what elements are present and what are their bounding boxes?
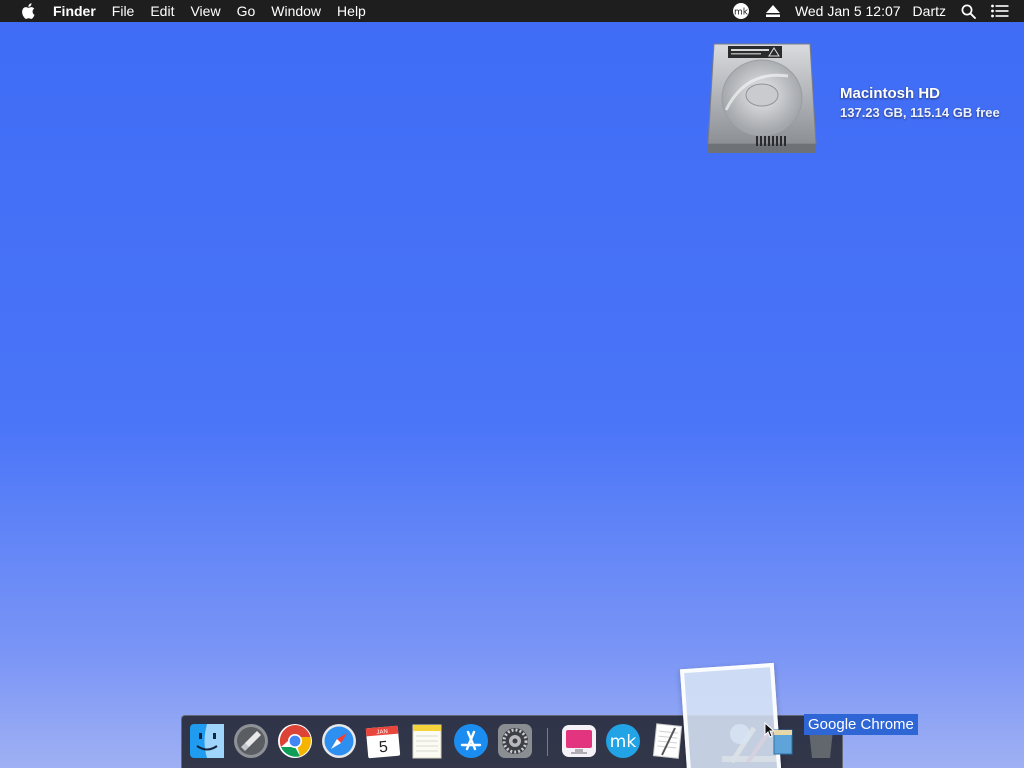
- dock-notes[interactable]: [408, 722, 446, 760]
- textedit-icon: [652, 723, 683, 759]
- mk-status-icon[interactable]: mk: [731, 0, 751, 22]
- cleanmymac-icon: [562, 725, 596, 757]
- macintosh-hd-label[interactable]: Macintosh HD 137.23 GB, 115.14 GB free: [840, 84, 1000, 122]
- dock-cleanmymac[interactable]: [560, 722, 598, 760]
- menu-extras: mk Wed Jan 5 12:07 Dartz: [725, 0, 1024, 22]
- clock[interactable]: Wed Jan 5 12:07: [789, 0, 907, 22]
- dock-separator: [547, 728, 548, 756]
- calendar-icon: JAN 5: [365, 725, 401, 759]
- notification-center-icon[interactable]: [990, 0, 1010, 22]
- dock-app-store[interactable]: [452, 722, 490, 760]
- dock-mk-app[interactable]: mk: [604, 722, 642, 760]
- dock-finder[interactable]: [188, 722, 226, 760]
- disk-capacity: 137.23 GB, 115.14 GB free: [840, 105, 1000, 120]
- calendar-day: 5: [378, 739, 388, 757]
- user-name[interactable]: Dartz: [907, 0, 952, 22]
- apple-menu-icon[interactable]: [17, 0, 39, 22]
- gear-icon: [498, 724, 532, 758]
- drag-preview: [679, 662, 783, 768]
- menu-view[interactable]: View: [182, 0, 228, 22]
- dock-launchpad[interactable]: [232, 722, 270, 760]
- safari-icon: [322, 724, 356, 758]
- menu-window[interactable]: Window: [263, 0, 329, 22]
- finder-icon: [190, 724, 224, 758]
- launchpad-icon: [234, 724, 268, 758]
- mouse-cursor-icon: [764, 721, 776, 738]
- disk-name: Macintosh HD: [840, 85, 941, 102]
- eject-icon[interactable]: [763, 0, 783, 22]
- dock-textedit[interactable]: [648, 722, 686, 760]
- menu-edit[interactable]: Edit: [142, 0, 182, 22]
- notes-icon: [412, 724, 442, 759]
- chrome-icon: [278, 724, 312, 758]
- dock-system-preferences[interactable]: [496, 722, 534, 760]
- macintosh-hd-icon[interactable]: [706, 40, 818, 156]
- menu-go[interactable]: Go: [229, 0, 264, 22]
- dock-calendar[interactable]: JAN 5: [364, 722, 402, 760]
- app-store-icon: [454, 724, 488, 758]
- menu-help[interactable]: Help: [329, 0, 374, 22]
- mk-app-icon: mk: [606, 724, 640, 758]
- menu-bar: Finder File Edit View Go Window Help mk …: [0, 0, 1024, 22]
- menu-finder[interactable]: Finder: [45, 0, 104, 22]
- mk-app-glyph: mk: [610, 732, 637, 752]
- svg-text:mk: mk: [734, 8, 749, 18]
- dock-chrome[interactable]: [276, 722, 314, 760]
- menu-file[interactable]: File: [104, 0, 143, 22]
- dock-tooltip: Google Chrome: [804, 714, 918, 735]
- calendar-month: JAN: [376, 729, 388, 736]
- dock-safari[interactable]: [320, 722, 358, 760]
- spotlight-search-icon[interactable]: [958, 0, 978, 22]
